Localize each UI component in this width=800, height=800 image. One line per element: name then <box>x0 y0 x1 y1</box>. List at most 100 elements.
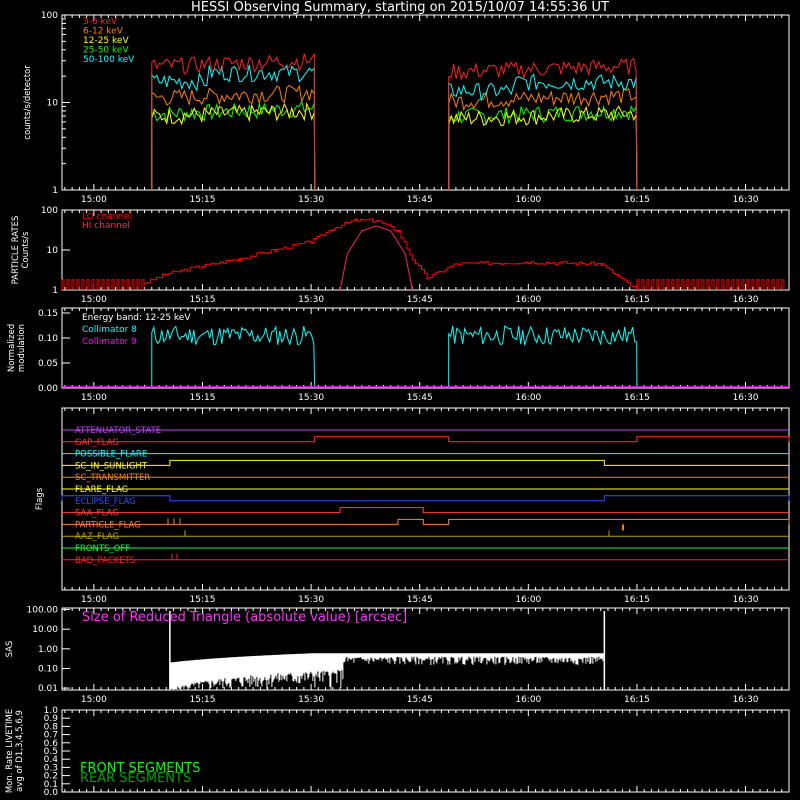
legend-collimator-9: Collimator 9 <box>82 337 137 347</box>
modulation-xtick-label: 16:30 <box>733 393 759 403</box>
modulation-xtick-label: 16:15 <box>624 393 650 403</box>
counts-xtick-label: 16:30 <box>733 195 759 205</box>
legend-collimator-8: Collimator 8 <box>82 325 137 335</box>
sas-xtick-label: 16:00 <box>515 695 541 705</box>
modulation-ytick-label: 0.15 <box>38 309 58 319</box>
particle-xtick-label: 15:15 <box>190 295 216 305</box>
particle-ylabel-unit: Counts/s <box>21 231 31 269</box>
legend-3-6-kev: 3-6 keV <box>83 17 118 27</box>
flag-label-particle-flag: PARTICLE_FLAG <box>75 520 141 530</box>
counts-xtick-label: 16:00 <box>515 195 541 205</box>
counts-xtick-label: 15:45 <box>407 195 433 205</box>
series-50-100-kev-line <box>151 64 316 191</box>
modulation-xtick-label: 16:00 <box>515 393 541 403</box>
modulation-ylabel: Normalized <box>7 324 17 372</box>
legend-12-25-kev: 12-25 keV <box>83 36 129 46</box>
counts-xtick-label: 15:00 <box>81 195 107 205</box>
particle-ytick-label: 10 <box>47 246 59 256</box>
legend-50-100-kev: 50-100 keV <box>83 55 135 65</box>
particle-frame <box>61 209 790 291</box>
modulation-ylabel-2: modulation <box>17 324 27 372</box>
flag-gap-flag-line <box>62 436 790 443</box>
series-12-25-kev-line <box>448 105 638 191</box>
series-3-6-kev-line <box>448 57 638 191</box>
flag-label-sc-transmitter: SC_TRANSMITTER <box>75 473 150 483</box>
sas-ytick-label: 0.10 <box>38 664 58 674</box>
sas-xtick-label: 15:30 <box>298 695 324 705</box>
flag-label-aaz-flag: AAZ_FLAG <box>75 532 119 542</box>
sas-xtick-label: 15:00 <box>81 695 107 705</box>
flag-label-gap-flag: GAP_FLAG <box>75 438 119 448</box>
flags-xtick-label: 15:15 <box>190 595 216 605</box>
sas-annotation: Size of Reduced Triangle (absolute value… <box>82 610 407 625</box>
flag-label-possible-flare: POSSIBLE_FLARE <box>75 450 147 460</box>
flags-xtick-label: 16:00 <box>515 595 541 605</box>
flag-sc-in-sunlight-line <box>62 459 789 466</box>
particle-xtick-label: 16:15 <box>624 295 650 305</box>
particle-ytick-label: 1 <box>52 286 58 296</box>
legend-hi-channel: HI channel <box>82 221 130 231</box>
particle-xtick-label: 16:00 <box>515 295 541 305</box>
particle-xtick-label: 15:45 <box>407 295 433 305</box>
sas-xtick-label: 15:15 <box>190 695 216 705</box>
lo-channel-line <box>61 218 785 290</box>
sas-ytick-label: 1.00 <box>38 645 58 655</box>
flag-saa-flag-line <box>62 507 789 514</box>
particle-xtick-label: 15:00 <box>81 295 107 305</box>
collimator-8-line <box>151 325 316 389</box>
counts-ytick-label: 100 <box>41 11 58 21</box>
observing-summary-chart: 15:00 15:15 15:30 15:45 16:00 16:15 16:30 15:00… <box>5 11 790 798</box>
legend-25-50-kev: 25-50 keV <box>83 46 129 56</box>
flag-label-fronts-off: FRONTS_OFF <box>75 544 130 554</box>
sas-ylabel: SAS <box>5 641 15 658</box>
modulation-ytick-label: 0.00 <box>38 384 58 394</box>
counts-ytick-label: 1 <box>52 186 58 196</box>
modulation-ytick-label: 0.05 <box>38 359 58 369</box>
flag-label-attenuator-state: ATTENUATOR_STATE <box>75 426 161 436</box>
flags-xtick-label: 16:15 <box>624 595 650 605</box>
flag-label-bad-packets: BAD_PACKETS <box>75 556 135 566</box>
flags-frame <box>61 407 790 591</box>
sas-ytick-label: 0.01 <box>38 684 58 694</box>
collimator-8-line <box>448 325 638 389</box>
sas-xtick-label: 16:30 <box>733 695 759 705</box>
particle-xtick-label: 15:30 <box>298 295 324 305</box>
sas-ytick-label: 100.00 <box>27 606 59 616</box>
sas-xtick-label: 15:45 <box>407 695 433 705</box>
particle-ylabel: PARTICLE RATES <box>11 216 21 285</box>
particle-ytick-label: 100 <box>41 206 58 216</box>
livetime-ylabel: Mon. Rate LIVETIME <box>5 709 15 793</box>
modulation-xtick-label: 15:45 <box>407 393 433 403</box>
modulation-xtick-label: 15:00 <box>81 393 107 403</box>
sas-ytick-label: 10.00 <box>32 625 58 635</box>
flags-ylabel: Flags <box>35 487 45 510</box>
flag-label-saa-flag: SAA_FLAG <box>75 509 119 519</box>
counts-xtick-label: 15:30 <box>298 195 324 205</box>
flags-xtick-label: 16:30 <box>733 595 759 605</box>
series-6-12-kev-line <box>448 87 638 191</box>
sas-data-line <box>169 653 605 689</box>
sas-xtick-label: 16:15 <box>624 695 650 705</box>
counts-ytick-label: 10 <box>47 99 59 109</box>
counts-ylabel: counts/s/detector <box>23 65 33 140</box>
flag-label-eclipse-flag: ECLIPSE_FLAG <box>75 497 136 507</box>
livetime-ylabel-2: avg of D1,3,4,5,6,9 <box>15 710 25 792</box>
legend-rear-segments: REAR SEGMENTS <box>80 771 191 786</box>
livetime-ytick-label: 1.0 <box>44 706 59 716</box>
modulation-xtick-label: 15:15 <box>190 393 216 403</box>
flag-eclipse-flag-line <box>61 495 790 502</box>
counts-xtick-label: 16:15 <box>624 195 650 205</box>
counts-frame <box>61 14 790 191</box>
modulation-annotation: Energy band: 12-25 keV <box>82 313 191 323</box>
modulation-xtick-label: 15:30 <box>298 393 324 403</box>
flag-label-sc-in-sunlight: SC_IN_SUNLIGHT <box>75 461 148 471</box>
counts-xtick-label: 15:15 <box>190 195 216 205</box>
flags-xtick-label: 15:30 <box>298 595 324 605</box>
flags-xtick-label: 15:45 <box>407 595 433 605</box>
legend-6-12-kev: 6-12 keV <box>83 27 124 37</box>
particle-xtick-label: 16:30 <box>733 295 759 305</box>
flag-label-flare-flag: FLARE_FLAG <box>75 485 128 495</box>
flags-xtick-label: 15:00 <box>81 595 107 605</box>
series-6-12-kev-line <box>151 84 316 191</box>
modulation-ytick-label: 0.10 <box>38 334 58 344</box>
